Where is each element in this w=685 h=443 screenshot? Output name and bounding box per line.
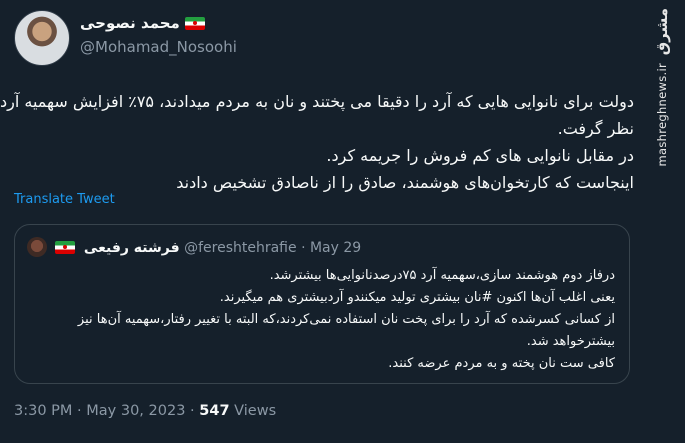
quoted-tweet[interactable]: فرشته رفیعی @fereshtehrafie · May 29 درف…: [14, 224, 630, 384]
tweet-date[interactable]: May 30, 2023: [86, 403, 185, 419]
tweet: محمد نصوحی @Mohamad_Nosoohi دولت برای نا…: [0, 0, 640, 443]
quoted-line: بیشترخواهد شد.: [526, 334, 615, 349]
quoted-author-handle[interactable]: @fereshtehrafie: [184, 240, 297, 256]
views-count[interactable]: 547: [199, 403, 229, 419]
translate-tweet-link[interactable]: Translate Tweet: [14, 192, 115, 207]
author-handle[interactable]: @Mohamad_Nosoohi: [80, 38, 237, 56]
tweet-meta: 3:30 PM · May 30, 2023 · 547 Views: [14, 403, 276, 419]
author-line[interactable]: محمد نصوحی: [80, 14, 205, 32]
quoted-line: از کسانی کسرشده که آرد را برای پخت نان ا…: [77, 312, 615, 327]
tweet-line: دولت برای نانوایی هایی که آرد را دقیقا م…: [0, 92, 634, 111]
tweet-text: دولت برای نانوایی هایی که آرد را دقیقا م…: [0, 88, 634, 196]
tweet-line: در مقابل نانوایی های کم فروش را جریمه کر…: [326, 146, 634, 165]
quoted-author-name[interactable]: فرشته رفیعی: [84, 240, 180, 256]
quoted-line: کافی ست نان پخته و به مردم عرضه کنند.: [388, 356, 615, 371]
separator-dot: ·: [77, 403, 82, 419]
quoted-tweet-header: فرشته رفیعی @fereshtehrafie · May 29: [27, 237, 361, 257]
iran-flag-icon: [184, 17, 205, 30]
watermark-site: mashreghnews.ir: [655, 63, 669, 167]
author-name[interactable]: محمد نصوحی: [80, 14, 180, 32]
iran-flag-icon: [55, 241, 76, 254]
quoted-tweet-text: درفاز دوم هوشمند سازی،سهمیه آرد ۷۵درصدنا…: [27, 265, 615, 375]
tweet-time[interactable]: 3:30 PM: [14, 403, 72, 419]
watermark: مشرق mashreghnews.ir: [645, 8, 679, 167]
quoted-author-avatar[interactable]: [27, 237, 47, 257]
separator-dot: ·: [301, 240, 306, 256]
quoted-line: درفاز دوم هوشمند سازی،سهمیه آرد ۷۵درصدنا…: [269, 268, 615, 283]
quoted-line: یعنی اغلب آن‌ها اکنون #نان بیشتری تولید …: [219, 290, 615, 305]
quoted-tweet-date[interactable]: May 29: [310, 240, 361, 256]
author-avatar[interactable]: [14, 10, 70, 66]
separator-dot: ·: [190, 403, 195, 419]
views-label: Views: [234, 403, 277, 419]
tweet-line: نظر گرفت.: [557, 119, 634, 138]
watermark-logo: مشرق: [652, 8, 671, 56]
